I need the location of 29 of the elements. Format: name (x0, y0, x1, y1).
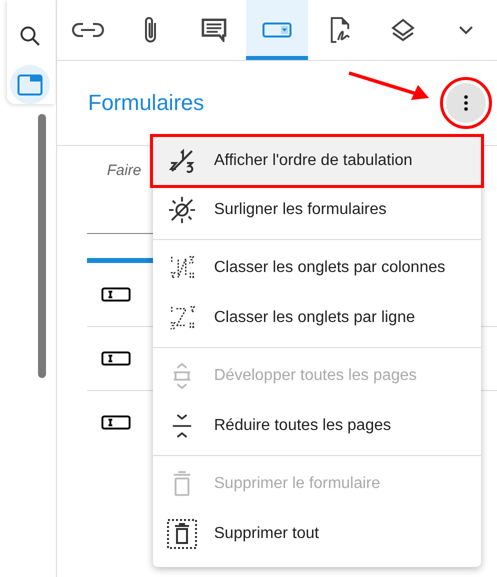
signature-icon (328, 16, 351, 44)
row-order-icon (168, 304, 196, 332)
text-field-icon (101, 415, 131, 430)
menu-item[interactable]: Afficher l'ordre de tabulation (153, 137, 481, 185)
menu-item[interactable]: Classer les onglets par colonnes (153, 243, 481, 293)
text-field-icon (101, 351, 131, 366)
more-button[interactable] (446, 83, 486, 123)
tab-order-icon (168, 149, 196, 173)
link-icon (72, 22, 104, 38)
menu-item[interactable]: Réduire toutes les pages (153, 401, 481, 451)
chevron-down-icon (458, 25, 474, 35)
panel-title: Formulaires (88, 90, 204, 116)
scrollbar[interactable] (38, 114, 46, 378)
menu-item[interactable]: Surligner les formulaires (153, 185, 481, 235)
more-icon (464, 95, 468, 111)
panel-icon (17, 74, 43, 96)
search-icon (18, 24, 42, 48)
menu-item[interactable]: Classer les onglets par ligne (153, 293, 481, 343)
collapse-icon (171, 412, 193, 440)
highlight-off-icon (168, 196, 196, 224)
layers-icon (390, 18, 415, 42)
text-field-icon (101, 287, 131, 302)
expand-icon (171, 362, 193, 390)
trash-dotted-frame-icon (167, 519, 197, 549)
trash-icon (171, 471, 193, 497)
hint-text: Faire (107, 162, 142, 179)
comment-icon (201, 18, 228, 42)
form-field-icon (262, 22, 292, 38)
menu-item[interactable]: Supprimer tout (153, 509, 481, 559)
